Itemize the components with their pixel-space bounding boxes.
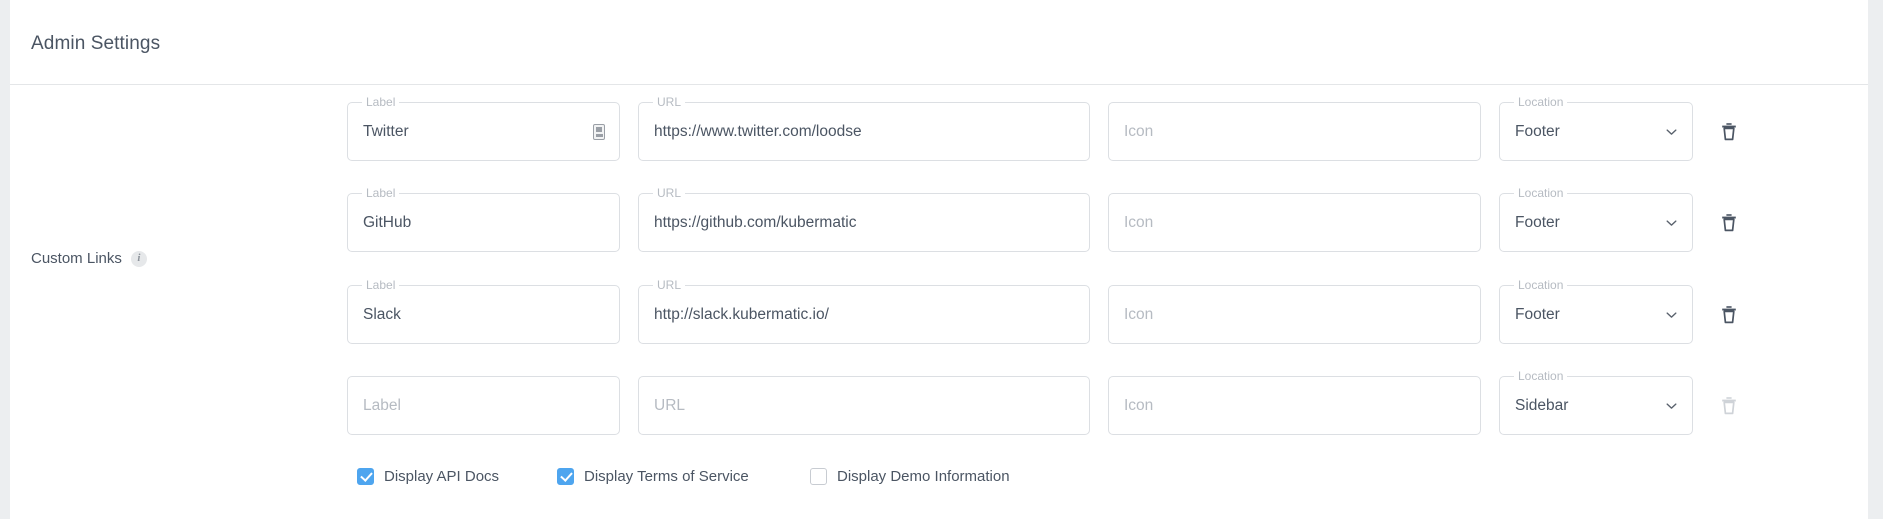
url-field-value: https://github.com/kubermatic (654, 213, 857, 231)
url-field[interactable]: URL https://www.twitter.com/loodse (638, 95, 1090, 161)
checkbox-box[interactable] (810, 467, 827, 485)
icon-field[interactable]: Icon (1108, 102, 1481, 161)
icon-field[interactable]: Icon (1108, 285, 1481, 344)
location-select-value: Footer (1515, 305, 1560, 323)
custom-link-row: Label Twitter URL https://www.twitter.com/l… (10, 86, 1868, 177)
url-field[interactable]: URL http://slack.kubermatic.io/ (638, 278, 1090, 344)
tofu-glyph-icon (593, 123, 605, 140)
page-title: Admin Settings (31, 33, 161, 54)
url-field-value: http://slack.kubermatic.io/ (654, 305, 829, 323)
label-field-value: GitHub (363, 213, 412, 231)
checkbox-item[interactable]: Display Terms of Service (557, 467, 749, 485)
checkbox-label: Display Demo Information (837, 467, 1010, 485)
icon-field-placeholder: Icon (1124, 305, 1154, 323)
delete-link-button (1715, 392, 1743, 420)
icon-field-placeholder: Icon (1124, 213, 1154, 231)
delete-link-button[interactable] (1715, 118, 1743, 146)
page-header: Admin Settings (10, 0, 1868, 85)
location-select[interactable]: Location Sidebar (1499, 369, 1693, 435)
label-field[interactable]: Label (347, 376, 620, 435)
checkbox-box[interactable] (557, 467, 574, 485)
chevron-down-icon (1665, 125, 1678, 138)
trash-icon (1720, 305, 1738, 325)
settings-body: Custom Links i Label Twitter URL https://ww… (10, 86, 1868, 519)
url-field-value: https://www.twitter.com/loodse (654, 122, 862, 140)
delete-link-button[interactable] (1715, 301, 1743, 329)
admin-settings-page: Admin Settings Custom Links i Label Twitt… (0, 0, 1883, 519)
location-select-value: Sidebar (1515, 396, 1569, 414)
label-field[interactable]: Label Twitter (347, 95, 620, 161)
trash-icon (1720, 213, 1738, 233)
checkbox-item[interactable]: Display API Docs (357, 467, 500, 485)
trash-icon (1720, 396, 1738, 416)
url-field[interactable]: URL (638, 376, 1090, 435)
trash-icon (1720, 122, 1738, 142)
chevron-down-icon (1665, 216, 1678, 229)
custom-link-row: Label GitHub URL https://github.com/kuberma… (10, 177, 1868, 268)
icon-field[interactable]: Icon (1108, 376, 1481, 435)
label-field-value: Twitter (363, 122, 409, 140)
url-field[interactable]: URL https://github.com/kubermatic (638, 186, 1090, 252)
icon-field-placeholder: Icon (1124, 396, 1154, 414)
icon-field[interactable]: Icon (1108, 193, 1481, 252)
label-field-value: Slack (363, 305, 401, 323)
checkbox-box[interactable] (357, 467, 374, 485)
location-select[interactable]: Location Footer (1499, 95, 1693, 161)
custom-link-row: Label Slack URL http://slack.kubermatic.io/… (10, 269, 1868, 360)
location-select[interactable]: Location Footer (1499, 186, 1693, 252)
location-select-value: Footer (1515, 213, 1560, 231)
checkbox-label: Display Terms of Service (584, 467, 749, 485)
label-field[interactable]: Label GitHub (347, 186, 620, 252)
checkbox-label: Display API Docs (384, 467, 500, 485)
url-field-placeholder: URL (654, 396, 686, 414)
location-select[interactable]: Location Footer (1499, 278, 1693, 344)
custom-link-row: Label URL Icon Location Sidebar (10, 360, 1868, 451)
location-select-value: Footer (1515, 122, 1560, 140)
label-field[interactable]: Label Slack (347, 278, 620, 344)
chevron-down-icon (1665, 399, 1678, 412)
checkbox-item[interactable]: Display Demo Information (810, 467, 1010, 485)
icon-field-placeholder: Icon (1124, 122, 1154, 140)
delete-link-button[interactable] (1715, 209, 1743, 237)
chevron-down-icon (1665, 308, 1678, 321)
label-field-placeholder: Label (363, 396, 401, 414)
settings-card: Admin Settings Custom Links i Label Twitt… (10, 0, 1868, 519)
